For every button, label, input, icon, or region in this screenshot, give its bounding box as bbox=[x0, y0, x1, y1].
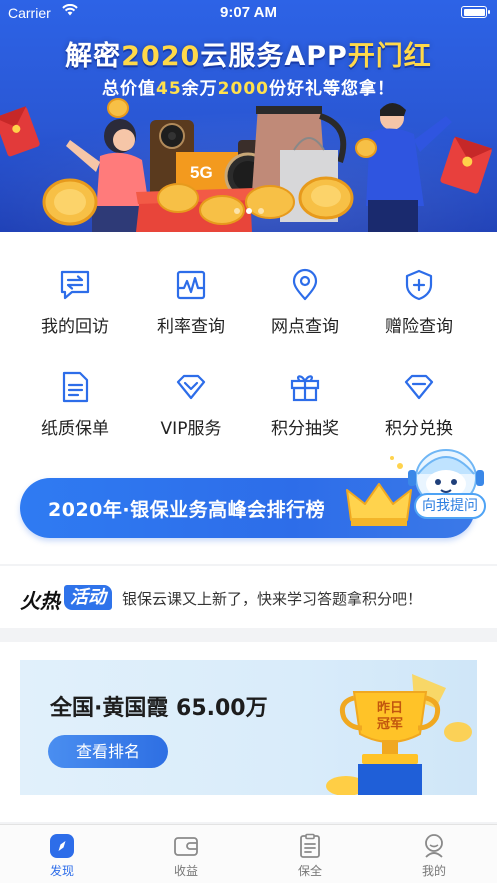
gift-icon bbox=[290, 375, 320, 402]
carousel-dots[interactable] bbox=[0, 199, 497, 218]
wallet-icon bbox=[174, 837, 198, 856]
5g-label: 5G bbox=[190, 163, 213, 182]
chat-swap-icon bbox=[60, 270, 90, 300]
compass-icon bbox=[50, 834, 74, 858]
tab-label: 发现 bbox=[49, 864, 74, 878]
shield-plus-icon bbox=[405, 269, 433, 301]
activity-tag: 活动 bbox=[64, 585, 112, 610]
bottom-tab-bar: 发现 收益 保全 我的 bbox=[0, 824, 497, 883]
tab-label: 保全 bbox=[297, 864, 322, 878]
action-branch-query[interactable]: 网点查询 bbox=[243, 268, 367, 358]
action-vip-service[interactable]: VIP服务 bbox=[129, 370, 253, 460]
action-points-lottery[interactable]: 积分抽奖 bbox=[243, 370, 367, 460]
action-label: 赠险查询 bbox=[385, 317, 453, 337]
action-label: 网点查询 bbox=[271, 317, 339, 337]
vip-diamond-icon bbox=[176, 374, 206, 400]
carousel-dot bbox=[233, 208, 240, 214]
trophy-text-line2: 冠军 bbox=[377, 717, 403, 732]
carousel-dot-active bbox=[245, 208, 252, 214]
action-my-visit[interactable]: 我的回访 bbox=[13, 268, 137, 358]
battery-icon bbox=[461, 6, 490, 18]
tab-mine[interactable]: 我的 bbox=[372, 833, 496, 879]
clock: 9:07 AM bbox=[220, 4, 277, 21]
carousel-dot bbox=[257, 208, 264, 214]
champion-card: 全国·黄国霞 65.00万 查看排名 昨日 冠军 bbox=[20, 660, 477, 795]
status-bar: Carrier 9:07 AM bbox=[0, 0, 497, 26]
champion-section: 全国·黄国霞 65.00万 查看排名 昨日 冠军 bbox=[0, 642, 497, 822]
action-label: VIP服务 bbox=[160, 419, 222, 439]
profile-icon bbox=[425, 834, 443, 858]
champion-name: 全国·黄国霞 65.00万 bbox=[50, 696, 268, 721]
location-pin-icon bbox=[292, 268, 318, 301]
ask-question-button[interactable]: 向我提问 bbox=[414, 493, 486, 519]
clipboard-icon bbox=[300, 833, 320, 858]
action-label: 我的回访 bbox=[41, 317, 109, 337]
red-envelope-left bbox=[0, 106, 40, 157]
exchange-gem-icon bbox=[404, 374, 434, 400]
action-label: 纸质保单 bbox=[41, 419, 109, 439]
document-icon bbox=[62, 371, 89, 403]
hot-tag: 火热 bbox=[20, 589, 60, 613]
promo-banner[interactable]: Carrier 9:07 AM 解密2020云服务APP开门红 总价值45余万2… bbox=[0, 0, 497, 232]
tab-earnings[interactable]: 收益 bbox=[124, 833, 248, 879]
trophy-icon: 昨日 冠军 bbox=[326, 674, 472, 795]
action-rate-query[interactable]: 利率查询 bbox=[129, 268, 253, 358]
red-envelope-right bbox=[440, 136, 493, 194]
view-ranking-button[interactable]: 查看排名 bbox=[48, 735, 168, 768]
tab-discover[interactable]: 发现 bbox=[0, 833, 124, 879]
action-label: 积分抽奖 bbox=[271, 419, 339, 439]
action-label: 积分兑换 bbox=[385, 419, 453, 439]
trophy-text-line1: 昨日 bbox=[377, 700, 403, 716]
line-chart-icon bbox=[176, 270, 206, 300]
action-label: 利率查询 bbox=[157, 317, 225, 337]
app-screen: Carrier 9:07 AM 解密2020云服务APP开门红 总价值45余万2… bbox=[0, 0, 497, 883]
ranking-banner-label: 2020年·银保业务高峰会排行榜 bbox=[48, 499, 326, 521]
action-gift-insurance-query[interactable]: 赠险查询 bbox=[357, 268, 481, 358]
tab-label: 收益 bbox=[173, 864, 198, 878]
hot-activity-bar[interactable]: 火热 活动 银保云课又上新了，快来学习答题拿积分吧！ bbox=[0, 566, 497, 628]
action-paper-policy[interactable]: 纸质保单 bbox=[13, 370, 137, 460]
tab-label: 我的 bbox=[421, 864, 446, 878]
banner-title: 解密2020云服务APP开门红 bbox=[65, 41, 432, 72]
activity-notice: 银保云课又上新了，快来学习答题拿积分吧！ bbox=[122, 590, 423, 608]
tab-preservation[interactable]: 保全 bbox=[248, 833, 372, 879]
